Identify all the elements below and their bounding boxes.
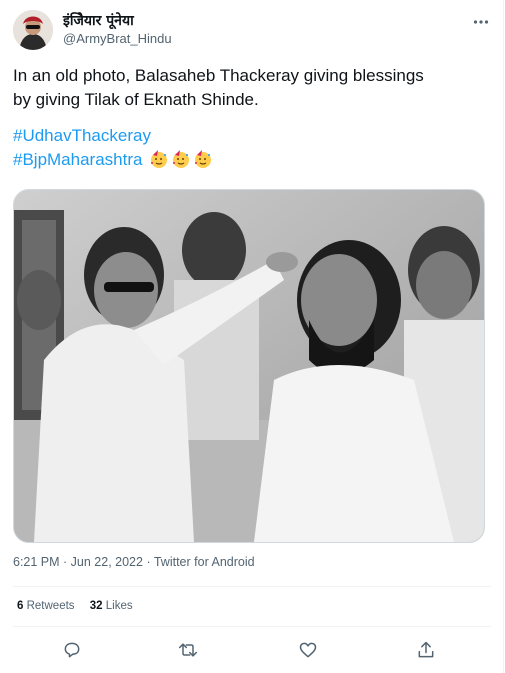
likes-count: 32 <box>89 600 103 612</box>
tweet-date[interactable]: Jun 22, 2022 <box>71 555 143 569</box>
author-display-name[interactable]: इंजेियार पूंनेया <box>63 12 172 30</box>
author-handle[interactable]: @ArmyBrat_Hindu <box>63 30 172 48</box>
partying-face-icon <box>151 150 168 168</box>
meta-separator: · <box>142 555 154 569</box>
tweet-text: In an old photo, Balasaheb Thackeray giv… <box>13 64 491 172</box>
hashtag-bjpmaharashtra[interactable]: #BjpMaharashtra <box>13 150 142 169</box>
photo-image <box>14 190 484 542</box>
tweet-meta: 6:21 PM · Jun 22, 2022 · Twitter for And… <box>13 555 255 569</box>
tweet-source[interactable]: Twitter for Android <box>154 555 255 569</box>
retweets-stat[interactable]: 6 Retweets <box>17 600 75 612</box>
likes-label: Likes <box>102 600 133 612</box>
retweet-icon[interactable] <box>175 637 201 663</box>
emoji-group <box>147 150 213 169</box>
hashtag-udhavthackeray[interactable]: #UdhavThackeray <box>13 124 491 148</box>
tweet-card: इंजेियार पूंनेया @ArmyBrat_Hindu In an o… <box>0 0 504 673</box>
tweet-text-line: by giving Tilak of Eknath Shinde. <box>13 90 259 109</box>
share-icon[interactable] <box>413 637 439 663</box>
likes-stat[interactable]: 32 Likes <box>90 600 133 612</box>
tweet-text-line: In an old photo, Balasaheb Thackeray giv… <box>13 66 424 85</box>
reply-icon[interactable] <box>59 637 85 663</box>
avatar[interactable] <box>13 10 53 50</box>
meta-separator: · <box>59 555 71 569</box>
tweet-header: इंजेियार पूंनेया @ArmyBrat_Hindu <box>13 8 493 52</box>
tweet-time[interactable]: 6:21 PM <box>13 555 60 569</box>
author-names: इंजेियार पूंनेया @ArmyBrat_Hindu <box>63 12 172 48</box>
retweets-label: Retweets <box>23 600 75 612</box>
like-icon[interactable] <box>295 637 321 663</box>
partying-face-icon <box>195 150 212 168</box>
tweet-photo[interactable] <box>13 189 485 543</box>
tweet-stats: 6 Retweets 32 Likes <box>17 600 145 612</box>
tweet-actions <box>13 637 491 665</box>
partying-face-icon <box>173 150 190 168</box>
more-options-icon[interactable] <box>471 12 491 32</box>
divider <box>13 586 491 587</box>
divider <box>13 626 491 627</box>
